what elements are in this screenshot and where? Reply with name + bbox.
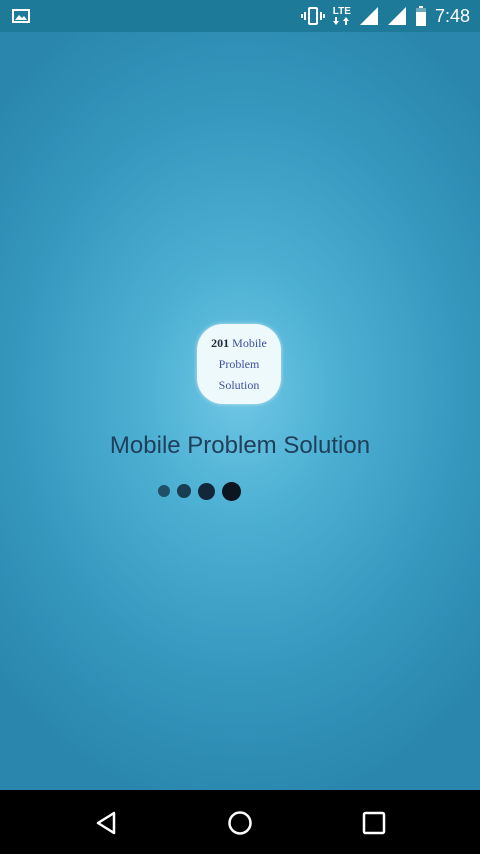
recents-icon[interactable]: [361, 810, 387, 836]
image-notification-icon: [12, 9, 30, 23]
signal-icon-2: [387, 7, 406, 25]
logo-line-1: 201 Mobile: [211, 333, 267, 354]
home-icon[interactable]: [227, 810, 253, 836]
status-icons: LTE 7:48: [300, 0, 470, 32]
vibrate-icon: [300, 7, 325, 25]
navigation-bar: [0, 790, 480, 854]
lte-icon: LTE: [333, 4, 351, 28]
splash-content: 201 Mobile Problem Solution Mobile Probl…: [0, 32, 480, 790]
logo-number: 201: [211, 335, 230, 350]
loading-dot-1: [158, 485, 170, 497]
loading-dot-3: [198, 482, 215, 500]
loading-dot-4: [222, 481, 241, 501]
status-bar: LTE 7:48: [0, 0, 480, 32]
back-icon[interactable]: [94, 810, 120, 836]
app-logo: 201 Mobile Problem Solution: [197, 324, 281, 404]
lte-label: LTE: [332, 6, 351, 17]
battery-icon: [415, 6, 426, 26]
app-title: Mobile Problem Solution: [109, 432, 371, 459]
signal-icon: [359, 7, 378, 25]
loading-dot-2: [177, 484, 191, 498]
status-time: 7:48: [434, 6, 470, 26]
logo-line-3: Solution: [218, 377, 260, 392]
splash-screen: LTE 7:48 201 Mobile Problem Solution Mob…: [0, 0, 480, 854]
data-arrows-icon: [332, 17, 349, 25]
logo-line-2: Problem: [218, 356, 260, 371]
logo-word-mobile: Mobile: [232, 335, 267, 350]
loading-indicator: [158, 480, 241, 502]
